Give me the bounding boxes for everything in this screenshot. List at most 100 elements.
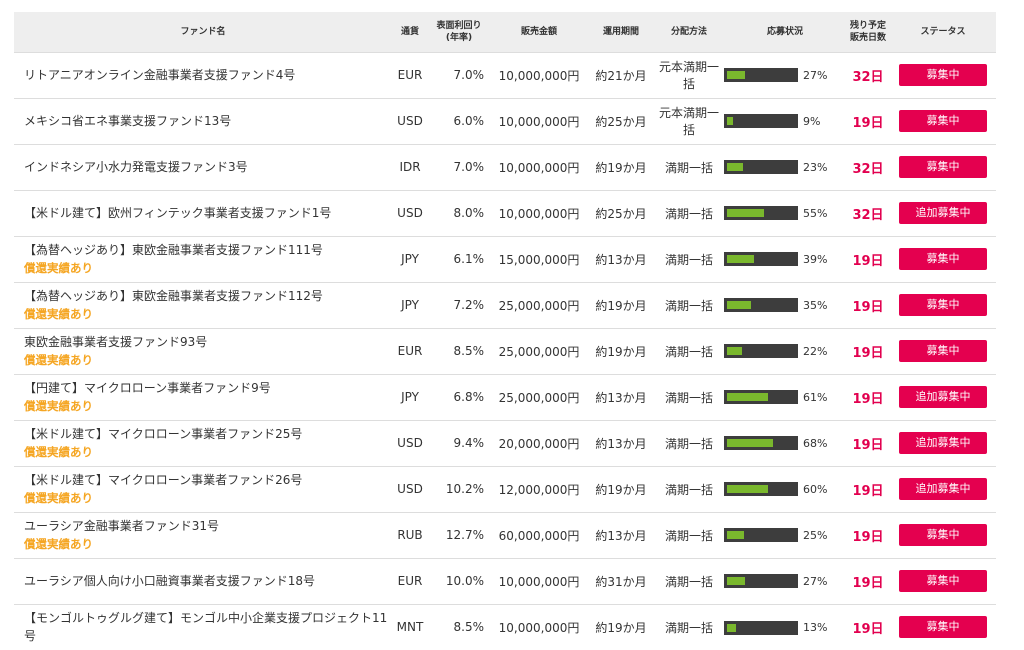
status-button[interactable]: 募集中 bbox=[899, 524, 987, 546]
days-remaining-cell: 19日 bbox=[846, 98, 890, 144]
status-button[interactable]: 募集中 bbox=[899, 570, 987, 592]
fund-name-cell[interactable]: 【米ドル建て】マイクロローン事業者ファンド25号 償還実績あり bbox=[14, 420, 392, 466]
currency-cell: JPY bbox=[401, 252, 419, 266]
progress-bar-fill bbox=[727, 117, 733, 126]
progress-percent: 27% bbox=[803, 574, 828, 588]
fund-name-cell[interactable]: 【米ドル建て】欧州フィンテック事業者支援ファンド1号 bbox=[14, 190, 392, 236]
fund-name-link[interactable]: ユーラシア個人向け小口融資事業者支援ファンド18号 bbox=[24, 574, 315, 588]
table-row[interactable]: 東欧金融事業者支援ファンド93号 償還実績あり EUR 8.5% 25,000,… bbox=[14, 328, 996, 374]
fund-name-link[interactable]: 【モンゴルトゥグルグ建て】モンゴル中小企業支援プロジェクト11号 bbox=[24, 611, 387, 643]
table-row[interactable]: リトアニアオンライン金融事業者支援ファンド4号 EUR 7.0% 10,000,… bbox=[14, 52, 996, 98]
fund-name-link[interactable]: 【米ドル建て】マイクロローン事業者ファンド25号 bbox=[24, 427, 302, 441]
fund-name-link[interactable]: 【米ドル建て】欧州フィンテック事業者支援ファンド1号 bbox=[24, 206, 331, 220]
table-row[interactable]: 【米ドル建て】マイクロローン事業者ファンド25号 償還実績あり USD 9.4%… bbox=[14, 420, 996, 466]
yield-cell: 6.0% bbox=[453, 114, 485, 128]
status-button[interactable]: 募集中 bbox=[899, 340, 987, 362]
status-cell: 募集中 bbox=[890, 604, 996, 650]
progress-percent: 35% bbox=[803, 298, 828, 312]
table-row[interactable]: インドネシア小水力発電支援ファンド3号 IDR 7.0% 10,000,000円… bbox=[14, 144, 996, 190]
status-button[interactable]: 募集中 bbox=[899, 616, 987, 639]
currency-cell: MNT bbox=[396, 620, 424, 635]
progress-bar-fill bbox=[727, 255, 754, 264]
status-button[interactable]: 募集中 bbox=[899, 64, 987, 86]
header-yield: 表面利回り (年率) bbox=[428, 12, 490, 52]
fund-name-link[interactable]: インドネシア小水力発電支援ファンド3号 bbox=[24, 160, 248, 174]
header-fund-name: ファンド名 bbox=[180, 26, 226, 37]
fund-name-link[interactable]: 東欧金融事業者支援ファンド93号 bbox=[24, 335, 207, 349]
days-remaining: 32日 bbox=[852, 207, 884, 223]
period-cell: 約19か月 bbox=[595, 620, 647, 635]
fund-name-link[interactable]: リトアニアオンライン金融事業者支援ファンド4号 bbox=[24, 68, 295, 82]
progress-bar bbox=[724, 528, 798, 543]
header-distribution: 分配方法 bbox=[670, 26, 707, 37]
fund-name-cell[interactable]: ユーラシア金融事業者ファンド31号 償還実績あり bbox=[14, 512, 392, 558]
table-row[interactable]: 【為替ヘッジあり】東欧金融事業者支援ファンド112号 償還実績あり JPY 7.… bbox=[14, 282, 996, 328]
status-cell: 募集中 bbox=[890, 282, 996, 328]
fund-name-link[interactable]: ユーラシア金融事業者ファンド31号 bbox=[24, 519, 219, 533]
days-remaining-cell: 19日 bbox=[846, 604, 890, 650]
guarantee-note: 償還実績あり bbox=[24, 307, 93, 321]
status-button[interactable]: 募集中 bbox=[899, 294, 987, 316]
fund-name-cell[interactable]: 【米ドル建て】マイクロローン事業者ファンド26号 償還実績あり bbox=[14, 466, 392, 512]
days-remaining: 19日 bbox=[852, 483, 884, 499]
days-remaining: 19日 bbox=[852, 437, 884, 453]
progress-bar bbox=[724, 344, 798, 359]
table-row[interactable]: 【米ドル建て】欧州フィンテック事業者支援ファンド1号 USD 8.0% 10,0… bbox=[14, 190, 996, 236]
status-button[interactable]: 募集中 bbox=[899, 156, 987, 178]
days-remaining-cell: 32日 bbox=[846, 190, 890, 236]
table-row[interactable]: ユーラシア金融事業者ファンド31号 償還実績あり RUB 12.7% 60,00… bbox=[14, 512, 996, 558]
fund-name-cell[interactable]: 【為替ヘッジあり】東欧金融事業者支援ファンド112号 償還実績あり bbox=[14, 282, 392, 328]
table-row[interactable]: ユーラシア個人向け小口融資事業者支援ファンド18号 EUR 10.0% 10,0… bbox=[14, 558, 996, 604]
guarantee-note: 償還実績あり bbox=[24, 537, 93, 551]
amount-cell: 10,000,000円 bbox=[498, 114, 580, 129]
distribution-cell: 元本満期一括 bbox=[658, 60, 719, 91]
table-row[interactable]: 【米ドル建て】マイクロローン事業者ファンド26号 償還実績あり USD 10.2… bbox=[14, 466, 996, 512]
status-cell: 募集中 bbox=[890, 98, 996, 144]
yield-cell: 10.0% bbox=[445, 574, 484, 588]
table-row[interactable]: 【円建て】マイクロローン事業者ファンド9号 償還実績あり JPY 6.8% 25… bbox=[14, 374, 996, 420]
fund-name-link[interactable]: 【為替ヘッジあり】東欧金融事業者支援ファンド112号 bbox=[24, 289, 323, 303]
fund-name-link[interactable]: 【為替ヘッジあり】東欧金融事業者支援ファンド111号 bbox=[24, 243, 323, 257]
currency-cell: EUR bbox=[397, 574, 423, 588]
fund-name-link[interactable]: 【円建て】マイクロローン事業者ファンド9号 bbox=[24, 381, 271, 395]
status-button[interactable]: 追加募集中 bbox=[899, 432, 987, 454]
status-button[interactable]: 募集中 bbox=[899, 248, 987, 270]
status-button[interactable]: 追加募集中 bbox=[899, 386, 987, 408]
currency-cell: EUR bbox=[397, 68, 423, 82]
period-cell: 約13か月 bbox=[595, 390, 647, 405]
fund-name-cell[interactable]: ユーラシア個人向け小口融資事業者支援ファンド18号 bbox=[14, 558, 392, 604]
table-row[interactable]: 【為替ヘッジあり】東欧金融事業者支援ファンド111号 償還実績あり JPY 6.… bbox=[14, 236, 996, 282]
fund-name-cell[interactable]: 【為替ヘッジあり】東欧金融事業者支援ファンド111号 償還実績あり bbox=[14, 236, 392, 282]
fund-name-cell[interactable]: メキシコ省エネ事業支援ファンド13号 bbox=[14, 98, 392, 144]
guarantee-note: 償還実績あり bbox=[24, 353, 93, 367]
header-yield-line1: 表面利回り bbox=[436, 20, 482, 31]
table-row[interactable]: メキシコ省エネ事業支援ファンド13号 USD 6.0% 10,000,000円 … bbox=[14, 98, 996, 144]
yield-cell: 7.0% bbox=[453, 68, 485, 82]
distribution-cell: 満期一括 bbox=[664, 620, 713, 635]
amount-cell: 10,000,000円 bbox=[498, 160, 580, 175]
period-cell: 約31か月 bbox=[595, 574, 647, 589]
progress-percent: 39% bbox=[803, 252, 828, 266]
distribution-cell: 満期一括 bbox=[664, 252, 713, 267]
status-button[interactable]: 募集中 bbox=[899, 110, 987, 132]
progress-bar-fill bbox=[727, 439, 773, 448]
fund-name-cell[interactable]: インドネシア小水力発電支援ファンド3号 bbox=[14, 144, 392, 190]
amount-cell: 60,000,000円 bbox=[498, 528, 580, 543]
header-progress: 応募状況 bbox=[766, 26, 803, 37]
amount-cell: 10,000,000円 bbox=[498, 206, 580, 221]
fund-name-link[interactable]: メキシコ省エネ事業支援ファンド13号 bbox=[24, 114, 231, 128]
table-row[interactable]: 【モンゴルトゥグルグ建て】モンゴル中小企業支援プロジェクト11号 MNT 8.5… bbox=[14, 604, 996, 650]
fund-name-cell[interactable]: リトアニアオンライン金融事業者支援ファンド4号 bbox=[14, 52, 392, 98]
fund-name-cell[interactable]: 東欧金融事業者支援ファンド93号 償還実績あり bbox=[14, 328, 392, 374]
progress-cell: 23% bbox=[724, 144, 846, 190]
progress-cell: 60% bbox=[724, 466, 846, 512]
progress-percent: 27% bbox=[803, 68, 828, 82]
status-button[interactable]: 追加募集中 bbox=[899, 478, 987, 500]
fund-name-cell[interactable]: 【円建て】マイクロローン事業者ファンド9号 償還実績あり bbox=[14, 374, 392, 420]
progress-percent: 25% bbox=[803, 528, 828, 542]
progress-bar bbox=[724, 114, 798, 129]
fund-name-link[interactable]: 【米ドル建て】マイクロローン事業者ファンド26号 bbox=[24, 473, 302, 487]
status-button[interactable]: 追加募集中 bbox=[899, 202, 987, 224]
yield-cell: 6.8% bbox=[453, 390, 485, 404]
fund-name-cell[interactable]: 【モンゴルトゥグルグ建て】モンゴル中小企業支援プロジェクト11号 bbox=[14, 604, 392, 650]
